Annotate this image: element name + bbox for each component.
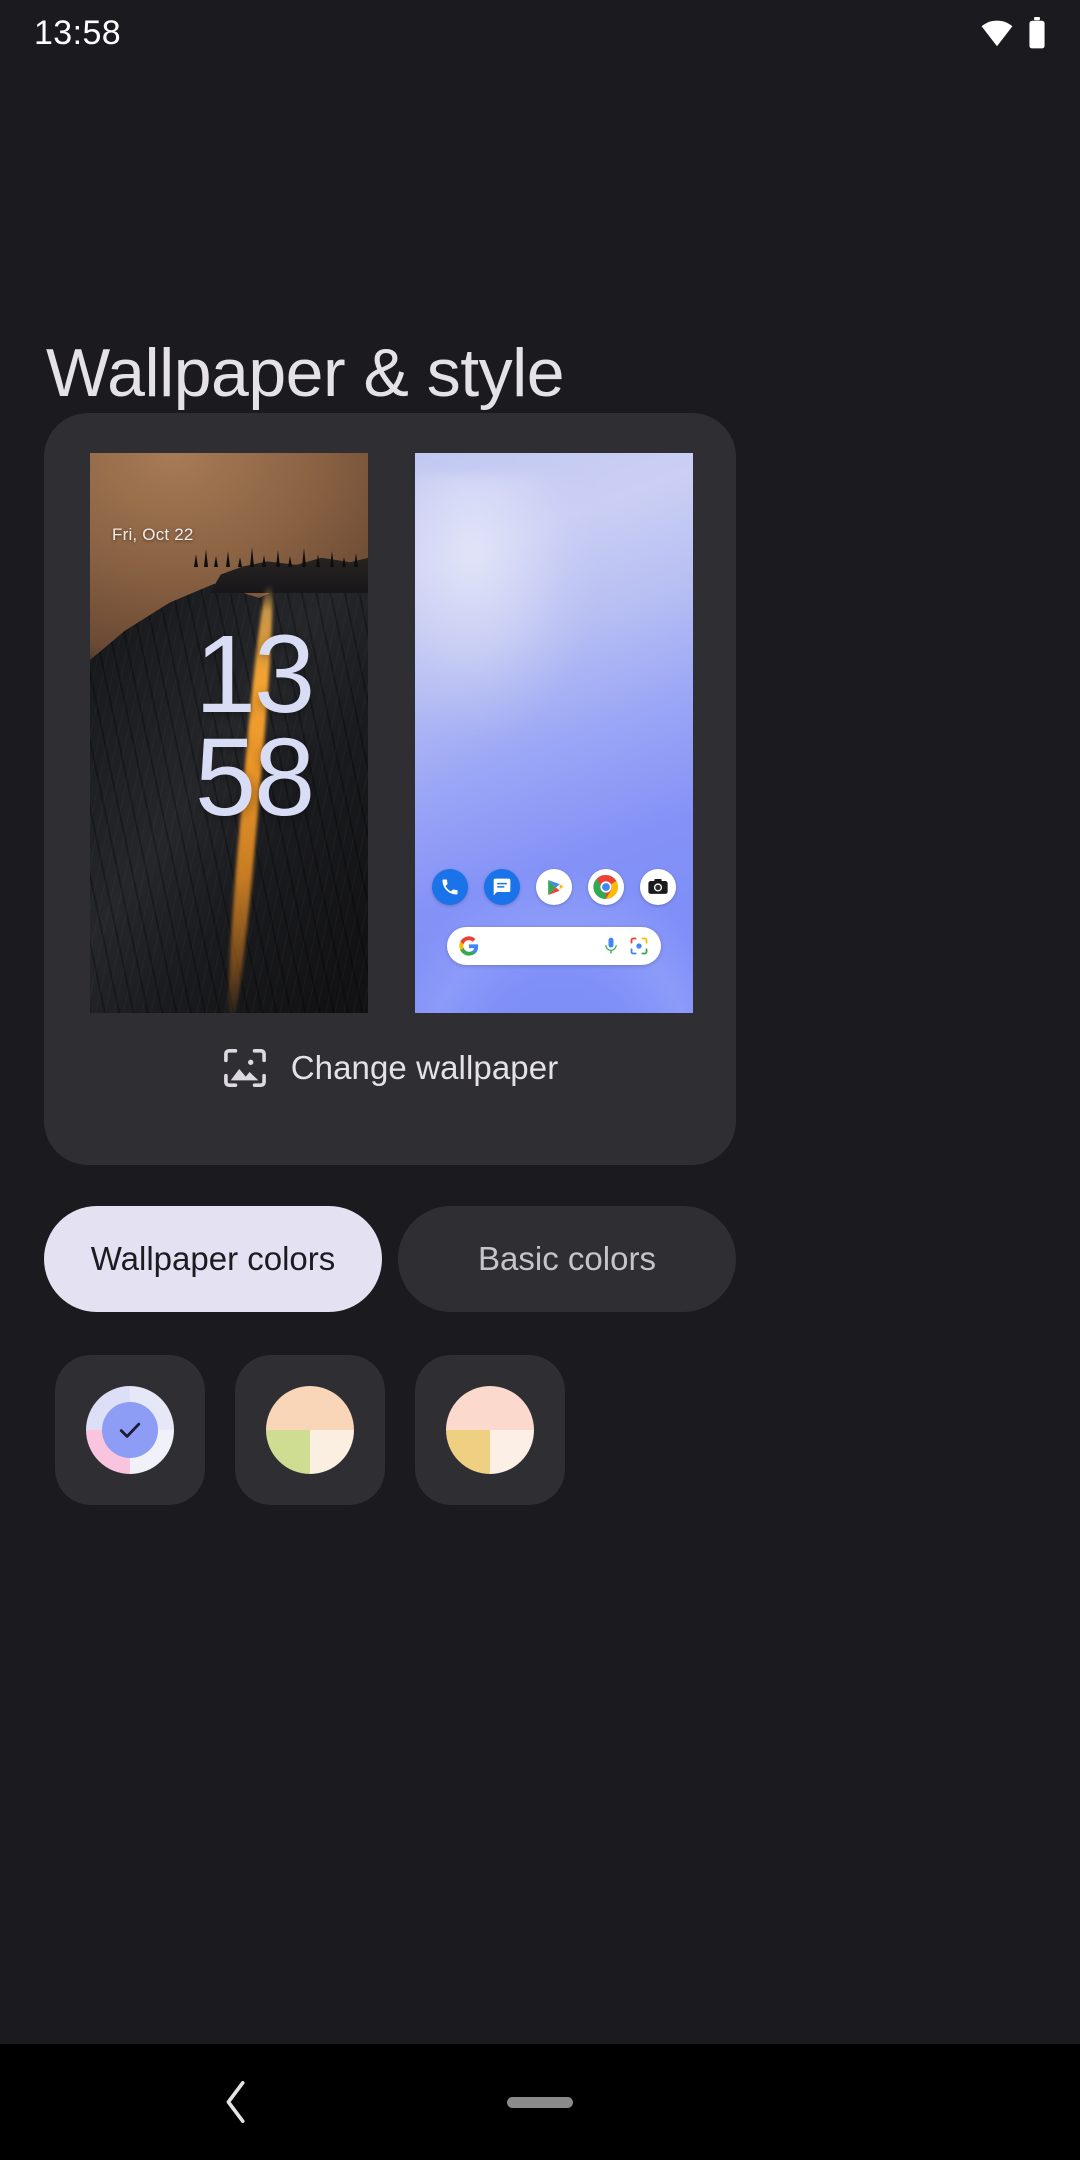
- home-pill-handle[interactable]: [507, 2096, 573, 2108]
- color-swatch-2[interactable]: [235, 1355, 385, 1505]
- lock-screen-date: Fri, Oct 22: [112, 525, 194, 544]
- tab-wallpaper-colors[interactable]: Wallpaper colors: [44, 1206, 382, 1312]
- status-bar-icons: [980, 17, 1046, 49]
- swatch-color-wheel: [86, 1386, 174, 1474]
- swatch-color-wheel: [266, 1386, 354, 1474]
- messages-icon[interactable]: [484, 869, 520, 905]
- lock-screen-preview[interactable]: Fri, Oct 22 13 58: [90, 453, 368, 1013]
- tab-basic-colors[interactable]: Basic colors: [398, 1206, 736, 1312]
- color-source-tabs: Wallpaper colors Basic colors: [44, 1206, 736, 1312]
- swatch-quadrant: [266, 1386, 310, 1430]
- camera-icon[interactable]: [640, 869, 676, 905]
- swatch-quadrant: [266, 1430, 310, 1474]
- color-swatch-1[interactable]: [55, 1355, 205, 1505]
- swatch-quadrant: [446, 1386, 490, 1430]
- home-wallpaper-haze: [415, 475, 593, 733]
- google-lens-icon[interactable]: [629, 936, 649, 956]
- chrome-icon[interactable]: [588, 869, 624, 905]
- page-title: Wallpaper & style: [46, 335, 565, 411]
- swatch-quadrant: [490, 1430, 534, 1474]
- lock-clock-hours: 13: [194, 613, 315, 736]
- swatch-quadrant: [446, 1430, 490, 1474]
- swatch-quadrant: [310, 1430, 354, 1474]
- treeline: [190, 537, 368, 567]
- phone-icon[interactable]: [432, 869, 468, 905]
- battery-icon: [1029, 17, 1045, 49]
- play-store-icon[interactable]: [536, 869, 572, 905]
- google-g-icon: [459, 936, 479, 956]
- color-swatch-list: [55, 1355, 565, 1505]
- change-wallpaper-button[interactable]: Change wallpaper: [44, 1047, 736, 1089]
- swatch-quadrant: [490, 1386, 534, 1430]
- change-wallpaper-label: Change wallpaper: [290, 1049, 559, 1086]
- preview-thumbnails: Fri, Oct 22 13 58: [90, 453, 693, 1013]
- lock-screen-clock: 13 58: [144, 613, 364, 840]
- status-bar-clock: 13:58: [34, 13, 122, 52]
- swatch-color-wheel: [446, 1386, 534, 1474]
- navigation-bar: [0, 2044, 1080, 2160]
- swatch-quadrant: [310, 1386, 354, 1430]
- home-screen-preview[interactable]: [415, 453, 693, 1013]
- google-search-bar[interactable]: [447, 927, 661, 965]
- home-dock: [415, 869, 693, 905]
- lock-clock-minutes: 58: [194, 716, 315, 840]
- color-swatch-3[interactable]: [415, 1355, 565, 1505]
- status-bar: 13:58: [0, 0, 1080, 66]
- image-picker-icon: [223, 1049, 266, 1087]
- check-icon: [119, 1422, 141, 1438]
- swatch-selected-indicator: [102, 1402, 158, 1458]
- wifi-icon: [981, 20, 1013, 47]
- back-chevron-icon[interactable]: [222, 2079, 252, 2125]
- wallpaper-preview-card: Fri, Oct 22 13 58 Change wallpaper: [44, 413, 736, 1165]
- microphone-icon[interactable]: [601, 936, 621, 956]
